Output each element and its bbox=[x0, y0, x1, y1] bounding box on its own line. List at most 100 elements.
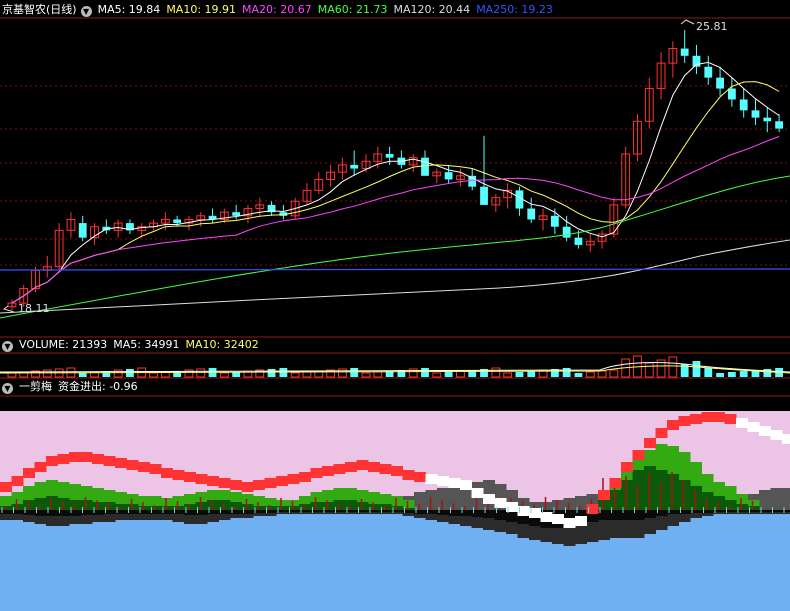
volume-bar bbox=[597, 370, 607, 378]
indicator-darkgreen-area bbox=[621, 480, 633, 510]
indicator-step-line bbox=[575, 516, 587, 526]
volume-bar bbox=[232, 372, 241, 377]
indicator-black-band bbox=[782, 510, 790, 512]
indicator-step-line bbox=[264, 478, 277, 488]
stock-chart-window: { "price_panel": { "title": "京基智农(日线)", … bbox=[0, 0, 790, 611]
indicator-step-line bbox=[724, 414, 737, 424]
ma120-line bbox=[0, 239, 790, 314]
indicator-step-line bbox=[563, 518, 576, 528]
indicator-step-line bbox=[632, 450, 645, 460]
indicator-step-line bbox=[299, 472, 311, 482]
indicator-step-line bbox=[667, 420, 679, 430]
ma5-line bbox=[11, 61, 780, 304]
candle-body bbox=[550, 215, 559, 227]
indicator-step-line bbox=[218, 478, 231, 488]
indicator-step-line bbox=[678, 416, 691, 426]
indicator-step-line bbox=[644, 438, 656, 448]
volume-bar bbox=[7, 372, 17, 378]
indicator-step-line bbox=[356, 460, 369, 470]
volume-bar bbox=[668, 356, 678, 378]
indicator-step-line bbox=[483, 494, 495, 504]
indicator-step-line bbox=[471, 488, 484, 498]
indicator-step-line bbox=[276, 476, 288, 486]
chart-canvas[interactable] bbox=[0, 0, 790, 611]
volume-bar bbox=[113, 369, 123, 378]
volume-bar bbox=[42, 369, 52, 378]
max-marker bbox=[680, 19, 695, 25]
indicator-step-line bbox=[34, 462, 47, 472]
candle-body bbox=[78, 223, 87, 238]
indicator-step-line bbox=[621, 462, 633, 472]
indicator-step-line bbox=[322, 466, 334, 476]
indicator-step-line bbox=[379, 464, 392, 474]
volume-bar bbox=[644, 362, 654, 378]
volume-bar bbox=[527, 371, 536, 377]
indicator-gray-area bbox=[437, 488, 449, 510]
indicator-step-line bbox=[391, 466, 403, 476]
indicator-step-line bbox=[115, 458, 127, 468]
indicator-step-line bbox=[161, 468, 173, 478]
candle-body bbox=[739, 99, 748, 111]
candle-body bbox=[480, 186, 488, 205]
indicator-darkgreen-area bbox=[678, 480, 691, 510]
min-price-label: 18.11 bbox=[18, 302, 50, 315]
volume-bar bbox=[585, 371, 595, 378]
indicator-step-line bbox=[46, 456, 58, 466]
ma250-line bbox=[0, 268, 790, 271]
indicator-gray-area bbox=[770, 488, 783, 510]
candle-body bbox=[444, 172, 453, 180]
indicator-step-line bbox=[437, 476, 449, 486]
indicator-step-line bbox=[414, 472, 426, 482]
indicator-step-line bbox=[195, 474, 208, 484]
indicator-darkgreen-area bbox=[632, 470, 645, 510]
volume-bar bbox=[562, 368, 571, 377]
candle-body bbox=[716, 77, 724, 89]
volume-bar bbox=[361, 372, 371, 378]
volume-bar bbox=[267, 369, 276, 377]
volume-bar bbox=[574, 373, 583, 377]
indicator-step-line bbox=[759, 426, 771, 436]
volume-bar bbox=[515, 372, 524, 377]
indicator-step-line bbox=[126, 460, 139, 470]
volume-bar bbox=[149, 372, 158, 378]
indicator-step-line bbox=[138, 462, 150, 472]
indicator-step-line bbox=[207, 476, 219, 486]
indicator-step-line bbox=[552, 514, 564, 524]
volume-bar bbox=[716, 373, 724, 377]
volume-bar bbox=[432, 372, 442, 378]
candle-body bbox=[527, 208, 536, 220]
max-price-label: 25.81 bbox=[696, 20, 728, 33]
indicator-step-line bbox=[598, 490, 610, 500]
indicator-darkgreen-area bbox=[655, 470, 668, 510]
candle-body bbox=[775, 121, 783, 129]
volume-bar bbox=[373, 371, 383, 378]
indicator-step-line bbox=[287, 474, 300, 484]
candle-body bbox=[727, 88, 736, 100]
indicator-step-line bbox=[92, 454, 104, 464]
candle-body bbox=[562, 226, 571, 238]
indicator-step-line bbox=[241, 482, 254, 492]
candle-body bbox=[680, 48, 689, 56]
indicator-darkgreen-area bbox=[667, 474, 679, 510]
candle-body bbox=[421, 157, 429, 176]
volume-bar bbox=[739, 371, 748, 377]
indicator-gray-area bbox=[448, 486, 461, 510]
indicator-step-line bbox=[184, 472, 196, 482]
volume-bar bbox=[444, 372, 453, 377]
indicator-step-line bbox=[655, 428, 668, 438]
candle-body bbox=[350, 164, 359, 169]
indicator-step-line bbox=[494, 498, 507, 508]
indicator-step-line bbox=[11, 476, 24, 486]
indicator-step-line bbox=[690, 414, 702, 424]
volume-bar bbox=[491, 367, 501, 378]
volume-bar bbox=[78, 373, 87, 377]
volume-bar bbox=[196, 368, 206, 378]
indicator-step-line bbox=[460, 480, 472, 490]
candle-body bbox=[385, 154, 394, 158]
indicator-step-line bbox=[609, 478, 622, 488]
indicator-step-line bbox=[149, 464, 162, 474]
indicator-step-line bbox=[368, 462, 380, 472]
volume-bar bbox=[503, 372, 513, 378]
indicator-step-line bbox=[782, 434, 790, 444]
indicator-step-line bbox=[713, 412, 725, 422]
